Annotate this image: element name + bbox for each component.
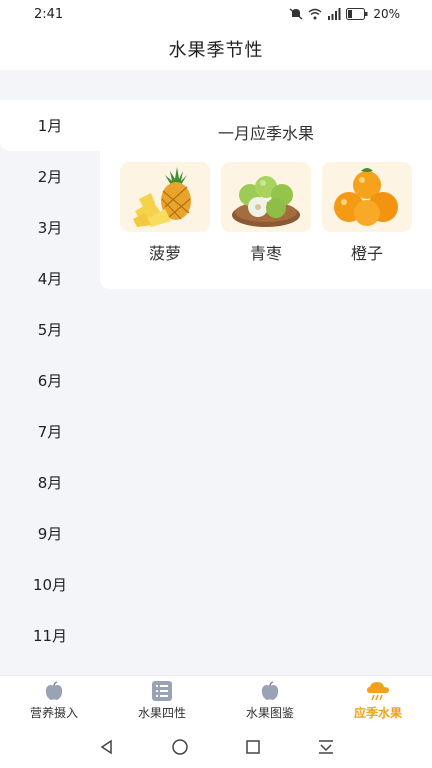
status-bar: 2:41 20% <box>0 0 432 28</box>
mute-icon <box>289 8 303 20</box>
month-sidebar: 1月 2月 3月 4月 5月 6月 7月 8月 9月 10月 11月 <box>0 100 100 675</box>
tab-seasonal-fruit[interactable]: 应季水果 <box>324 676 432 725</box>
tab-label: 营养摄入 <box>29 705 78 720</box>
month-item-4[interactable]: 4月 <box>0 253 100 304</box>
tab-label: 水果图鉴 <box>245 705 294 720</box>
tab-label: 应季水果 <box>353 705 402 720</box>
battery-icon <box>346 8 368 20</box>
month-item-10[interactable]: 10月 <box>0 559 100 610</box>
jujube-image <box>232 176 300 227</box>
section-title: 一月应季水果 <box>217 124 314 143</box>
apple-icon <box>261 680 279 700</box>
home-button[interactable] <box>168 735 192 759</box>
tab-fruit-properties[interactable]: 水果四性 <box>108 676 216 725</box>
tab-label: 水果四性 <box>137 705 186 720</box>
seasonal-fruit-panel: 一月应季水果 菠萝 青枣 橙子 <box>100 100 432 289</box>
tab-fruit-guide[interactable]: 水果图鉴 <box>216 676 324 725</box>
status-time: 2:41 <box>34 6 64 22</box>
pineapple-image <box>133 167 191 227</box>
fruit-thumb <box>322 162 412 232</box>
battery-percent: 20% <box>373 7 400 21</box>
apple-icon <box>45 680 63 700</box>
month-item-8[interactable]: 8月 <box>0 457 100 508</box>
pull-down-icon <box>318 739 333 754</box>
list-icon <box>152 680 172 701</box>
home-circle-icon <box>171 738 188 755</box>
tab-nutrition[interactable]: 营养摄入 <box>0 676 108 725</box>
month-item-1[interactable]: 1月 <box>0 100 100 151</box>
fruit-thumb <box>221 162 311 232</box>
status-icons: 20% <box>289 7 400 21</box>
page-title: 水果季节性 <box>168 40 264 61</box>
recents-square-icon <box>245 739 260 754</box>
fruit-card-pineapple[interactable]: 菠萝 <box>120 162 210 264</box>
fruit-card-orange[interactable]: 橙子 <box>322 162 412 264</box>
fruit-name: 橙子 <box>350 244 383 263</box>
month-item-11[interactable]: 11月 <box>0 610 100 661</box>
fruit-card-jujube[interactable]: 青枣 <box>221 162 311 264</box>
month-item-5[interactable]: 5月 <box>0 304 100 355</box>
month-item-7[interactable]: 7月 <box>0 406 100 457</box>
screen: 2:41 20% 水果季节性 1月 2月 3月 4月 5月 6月 7月 8月 9… <box>0 0 432 768</box>
fruit-name: 青枣 <box>249 244 282 263</box>
back-button[interactable] <box>95 735 119 759</box>
orange-image <box>334 168 398 226</box>
month-item-9[interactable]: 9月 <box>0 508 100 559</box>
signal-icon <box>328 8 341 20</box>
fruit-thumb <box>120 162 210 232</box>
wifi-icon <box>308 8 322 20</box>
month-item-3[interactable]: 3月 <box>0 202 100 253</box>
fruit-name: 菠萝 <box>148 244 181 263</box>
app-header: 水果季节性 <box>0 28 432 70</box>
month-item-2[interactable]: 2月 <box>0 151 100 202</box>
bottom-tab-bar: 营养摄入 水果四性 水果图鉴 应季水果 <box>0 675 432 725</box>
back-triangle-icon <box>100 739 112 754</box>
month-item-6[interactable]: 6月 <box>0 355 100 406</box>
recents-button[interactable] <box>241 735 265 759</box>
notification-pull-button[interactable] <box>314 735 338 759</box>
weather-icon <box>367 681 389 700</box>
system-nav-bar <box>0 725 432 768</box>
